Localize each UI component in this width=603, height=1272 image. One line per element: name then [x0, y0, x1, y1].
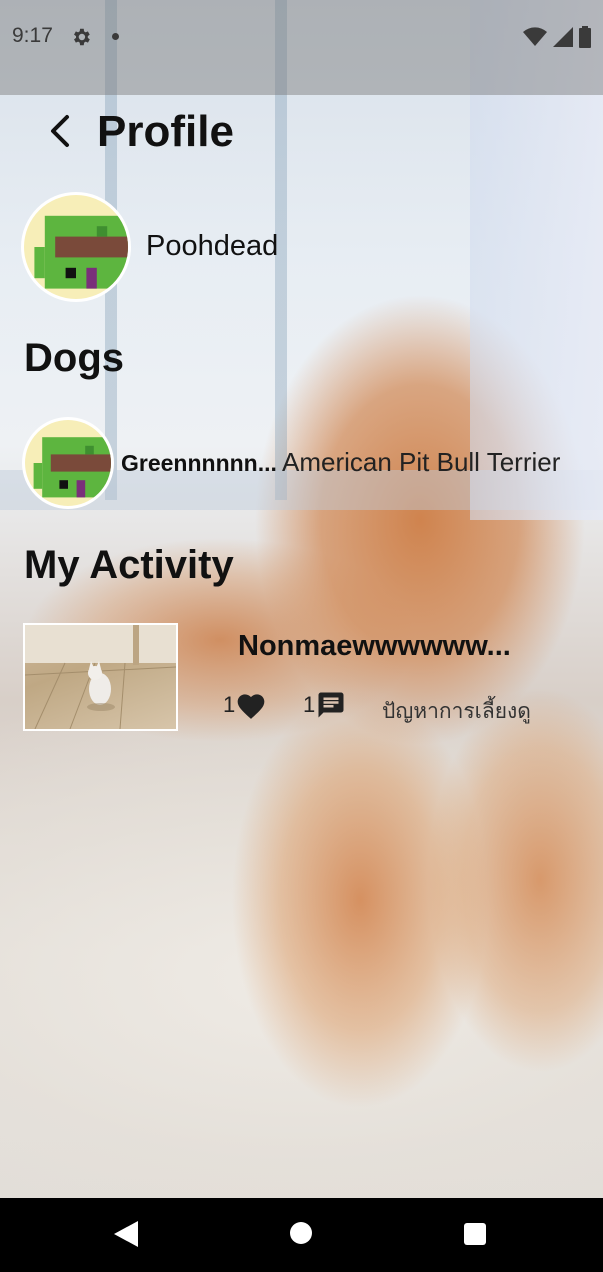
comment-icon — [318, 692, 344, 718]
pixel-avatar-icon — [25, 420, 111, 506]
page-title: Profile — [97, 107, 234, 156]
like-count-value: 1 — [223, 692, 236, 717]
home-circle-icon[interactable] — [290, 1222, 312, 1244]
activity-section-title: My Activity — [24, 543, 234, 587]
battery-icon — [579, 26, 591, 48]
dogs-section-title: Dogs — [24, 336, 124, 380]
app-header: Profile — [0, 95, 603, 175]
activity-thumbnail — [23, 623, 178, 731]
activity-category: ปัญหาการเลี้ยงดู — [382, 700, 531, 723]
status-time: 9:17 — [12, 24, 53, 47]
heart-icon — [237, 694, 265, 719]
wifi-icon — [523, 27, 547, 46]
signal-icon — [553, 27, 573, 47]
recents-square-icon[interactable] — [464, 1223, 486, 1245]
dog-name: Greennnnnn... — [121, 450, 276, 476]
cat-photo-icon — [25, 625, 176, 729]
activity-title: Nonmaewwwwww... — [238, 630, 511, 662]
status-bar: 9:17 — [0, 0, 603, 95]
gear-icon — [74, 28, 90, 46]
system-nav-bar — [0, 1198, 603, 1272]
status-icons — [523, 26, 591, 48]
like-count[interactable]: 1 — [223, 690, 267, 720]
dog-breed: American Pit Bull Terrier — [282, 447, 561, 477]
comment-count[interactable]: 1 — [303, 690, 347, 720]
profile-avatar[interactable] — [24, 195, 128, 299]
notification-dot-icon — [112, 33, 119, 40]
profile-username: Poohdead — [146, 230, 279, 262]
pixel-avatar-icon — [24, 195, 128, 299]
back-triangle-icon[interactable] — [114, 1221, 138, 1247]
dog-avatar — [25, 420, 111, 506]
chevron-left-icon[interactable] — [45, 113, 75, 149]
comment-count-value: 1 — [303, 692, 316, 717]
